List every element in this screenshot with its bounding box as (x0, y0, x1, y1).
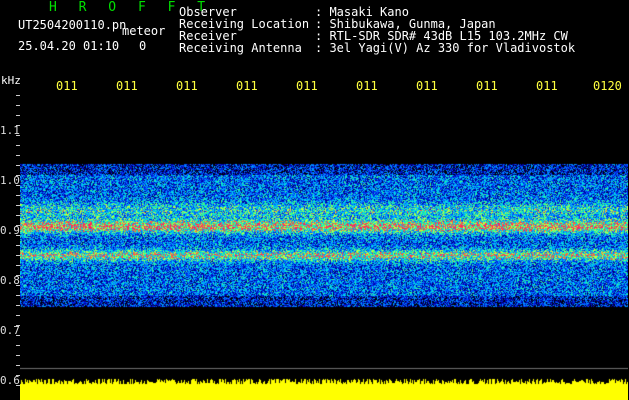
x-time-label: 0120 (593, 79, 622, 93)
x-time-label: 011 (56, 79, 78, 93)
x-time-label: 011 (116, 79, 138, 93)
date-time: 25.04.20 01:10 (18, 39, 120, 53)
x-time-label: 011 (296, 79, 318, 93)
y-axis-ticks (16, 95, 20, 386)
waterfall-spectrogram (20, 95, 628, 400)
file-name: UT2504200110.pn (18, 18, 127, 32)
meteor-count: 0 (139, 39, 147, 53)
x-time-label: 011 (176, 79, 198, 93)
x-time-label: 011 (476, 79, 498, 93)
x-time-label: 011 (356, 79, 378, 93)
y-axis-unit: kHz (1, 74, 21, 87)
meta-antenna-value: : 3el Yagi(V) Az 330 for Vladivostok (315, 41, 576, 55)
x-time-label: 011 (416, 79, 438, 93)
meta-antenna-key: Receiving Antenna (179, 41, 302, 55)
meteor-label: meteor (122, 24, 166, 38)
x-time-label: 011 (536, 79, 558, 93)
x-time-label: 011 (236, 79, 258, 93)
